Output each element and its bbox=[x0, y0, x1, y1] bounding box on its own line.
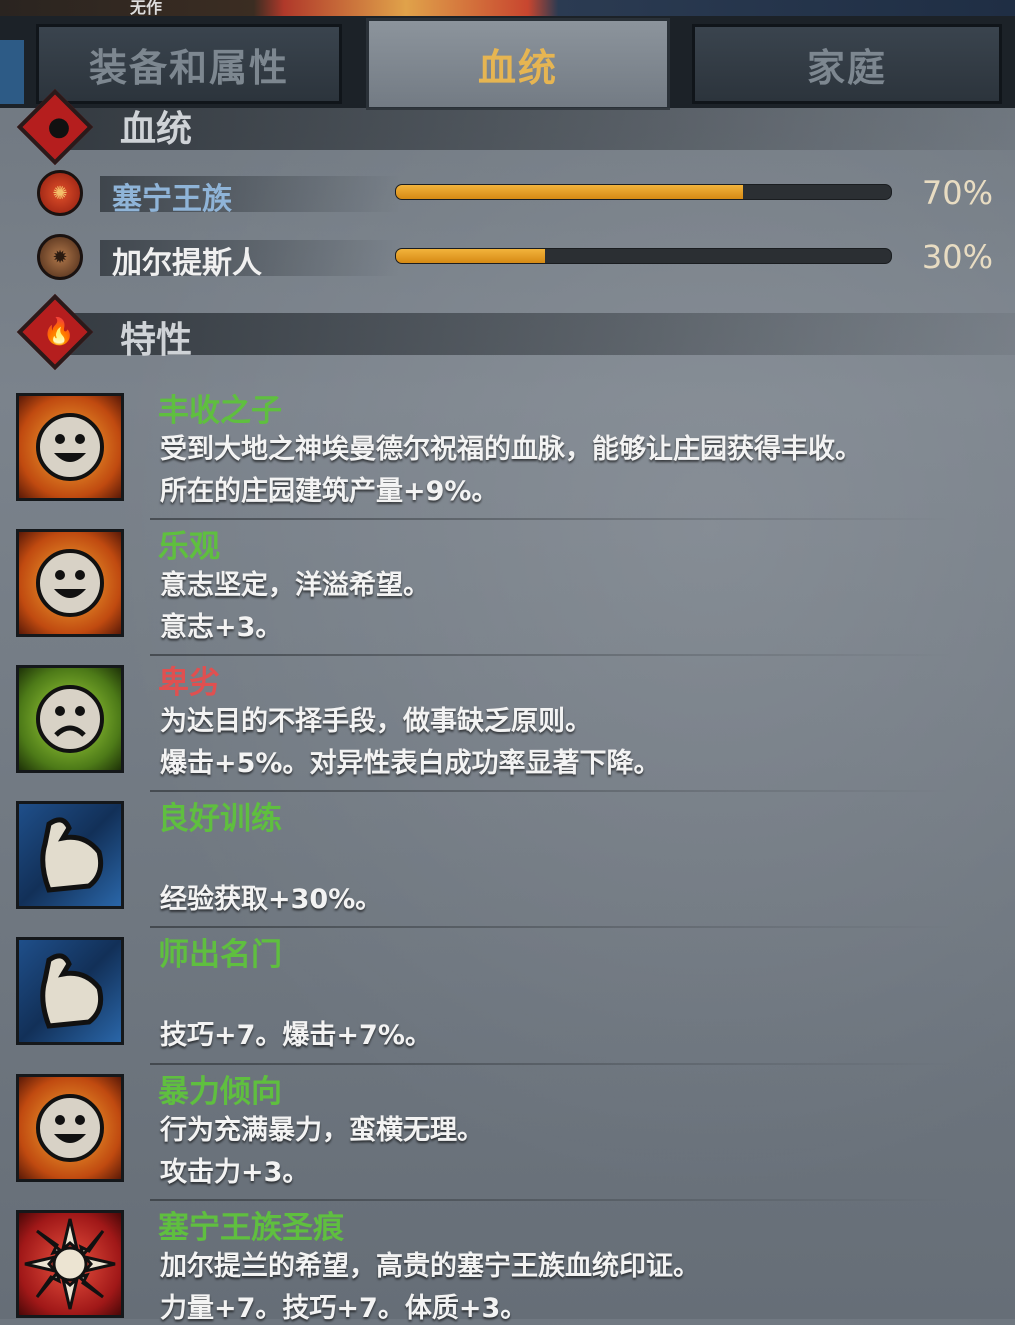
flexed-arm-icon bbox=[16, 937, 124, 1045]
trait-description: 受到大地之神埃曼德尔祝福的血脉，能够让庄园获得丰收。 bbox=[160, 434, 862, 465]
trait-name: 乐观 bbox=[158, 529, 220, 565]
trait-item[interactable]: 暴力倾向 行为充满暴力，蛮横无理。 攻击力+3。 bbox=[0, 1063, 1015, 1202]
bloodline-name: 加尔提斯人 bbox=[112, 246, 262, 281]
trait-item[interactable]: 良好训练 经验获取+30%。 bbox=[0, 790, 1015, 929]
section-title: 血统 bbox=[120, 109, 193, 150]
tab-bar-edge bbox=[0, 40, 24, 104]
fire-icon: 🔥 bbox=[42, 317, 76, 347]
trait-separator bbox=[150, 654, 955, 656]
trait-separator bbox=[150, 1199, 955, 1201]
trait-name: 良好训练 bbox=[158, 801, 282, 837]
tribal-crest-icon: ✹ bbox=[37, 234, 83, 280]
bloodline-bar-fill bbox=[396, 185, 743, 199]
sad-face-icon bbox=[16, 665, 124, 773]
bloodline-row: ✺ 塞宁王族 70% bbox=[0, 170, 1015, 220]
trait-separator bbox=[150, 518, 955, 520]
trait-description: 意志坚定，洋溢希望。 bbox=[160, 570, 430, 601]
trait-name: 塞宁王族圣痕 bbox=[158, 1210, 344, 1246]
trait-description: 为达目的不择手段，做事缺乏原则。 bbox=[160, 706, 592, 737]
happy-face-icon bbox=[16, 1074, 124, 1182]
trait-name: 师出名门 bbox=[158, 937, 282, 973]
trait-item[interactable]: 师出名门 技巧+7。爆击+7%。 bbox=[0, 926, 1015, 1065]
flexed-arm-icon bbox=[16, 801, 124, 909]
blood-drop-icon: ● bbox=[47, 112, 71, 142]
trait-effect: 攻击力+3。 bbox=[160, 1157, 310, 1188]
trait-item[interactable]: 塞宁王族圣痕 加尔提兰的希望，高贵的塞宁王族血统印证。 力量+7。技巧+7。体质… bbox=[0, 1199, 1015, 1324]
bloodline-bar bbox=[395, 248, 892, 264]
portrait-strip: 无作 bbox=[0, 0, 1015, 17]
trait-description: 行为充满暴力，蛮横无理。 bbox=[160, 1115, 484, 1146]
trait-effect: 爆击+5%。对异性表白成功率显著下降。 bbox=[160, 748, 661, 779]
trait-description: 加尔提兰的希望，高贵的塞宁王族血统印证。 bbox=[160, 1251, 700, 1282]
trait-effect: 力量+7。技巧+7。体质+3。 bbox=[160, 1293, 528, 1324]
trait-separator bbox=[150, 1063, 955, 1065]
trait-separator bbox=[150, 790, 955, 792]
trait-name: 丰收之子 bbox=[158, 393, 282, 429]
sun-emblem-icon bbox=[16, 1210, 124, 1318]
trait-name: 暴力倾向 bbox=[158, 1074, 282, 1110]
tab-family[interactable]: 家庭 bbox=[692, 24, 1002, 104]
happy-face-icon bbox=[16, 393, 124, 501]
bloodline-name: 塞宁王族 bbox=[112, 182, 232, 217]
trait-separator bbox=[150, 926, 955, 928]
trait-name: 卑劣 bbox=[158, 665, 220, 701]
trait-effect: 所在的庄园建筑产量+9%。 bbox=[160, 476, 499, 507]
trait-effect: 经验获取+30%。 bbox=[160, 884, 383, 915]
happy-face-icon bbox=[16, 529, 124, 637]
trait-item[interactable]: 丰收之子 受到大地之神埃曼德尔祝福的血脉，能够让庄园获得丰收。 所在的庄园建筑产… bbox=[0, 385, 1015, 521]
royal-crest-icon: ✺ bbox=[37, 170, 83, 216]
trait-effect: 意志+3。 bbox=[160, 612, 283, 643]
trait-effect: 技巧+7。爆击+7%。 bbox=[160, 1020, 432, 1051]
trait-item[interactable]: 卑劣 为达目的不择手段，做事缺乏原则。 爆击+5%。对异性表白成功率显著下降。 bbox=[0, 654, 1015, 793]
trait-item[interactable]: 乐观 意志坚定，洋溢希望。 意志+3。 bbox=[0, 518, 1015, 657]
section-title: 特性 bbox=[120, 320, 193, 361]
bloodline-bar bbox=[395, 184, 892, 200]
tab-bloodline[interactable]: 血统 bbox=[366, 18, 670, 110]
tab-equipment-attributes[interactable]: 装备和属性 bbox=[36, 24, 342, 104]
bloodline-percent: 70% bbox=[921, 174, 993, 212]
tab-bar: 装备和属性 血统 家庭 bbox=[0, 16, 1015, 110]
bloodline-section-header: ● 血统 bbox=[16, 88, 1015, 166]
bloodline-row: ✹ 加尔提斯人 30% bbox=[0, 234, 1015, 284]
bloodline-percent: 30% bbox=[921, 238, 993, 276]
traits-section-header: 🔥 特性 bbox=[16, 293, 1015, 371]
bloodline-bar-fill bbox=[396, 249, 545, 263]
